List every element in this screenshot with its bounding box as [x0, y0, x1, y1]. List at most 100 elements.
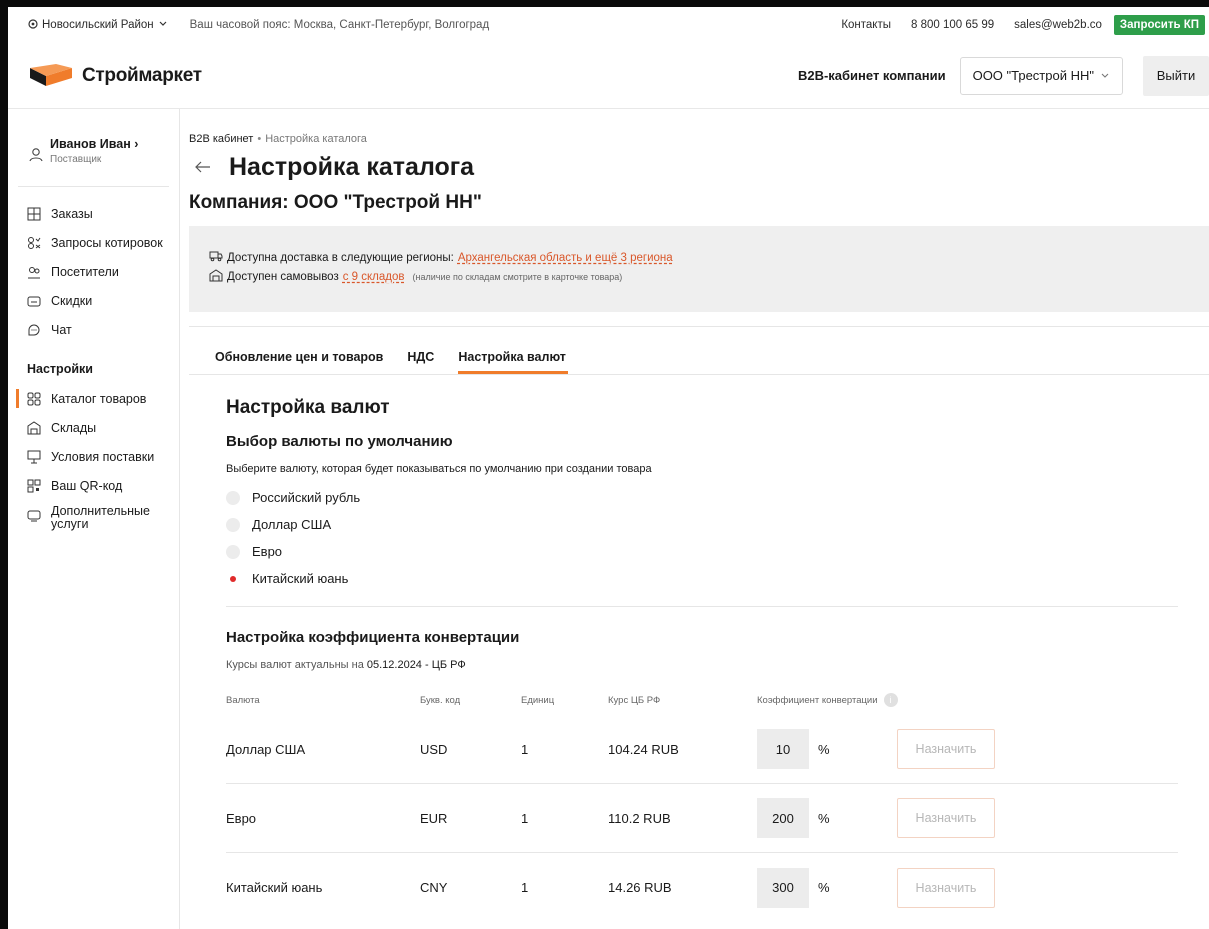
- assign-button[interactable]: Назначить: [897, 798, 995, 838]
- currency-radio-group: Российский рубль Доллар США Евро Китайск…: [226, 484, 1209, 592]
- truck-icon: [209, 250, 223, 265]
- coef-input[interactable]: 10: [757, 729, 809, 769]
- warehouse-icon: [27, 420, 41, 435]
- breadcrumb: B2B кабинет • Настройка каталога: [189, 133, 1209, 145]
- sidebar-item-orders[interactable]: Заказы: [8, 199, 179, 228]
- tab-vat[interactable]: НДС: [407, 350, 434, 374]
- sidebar: Иванов Иван › Поставщик Заказы Запросы к…: [8, 109, 180, 929]
- assign-button[interactable]: Назначить: [897, 867, 995, 908]
- user-name: Иванов Иван: [50, 137, 131, 151]
- user-icon: [28, 147, 44, 168]
- radio-button[interactable]: [226, 517, 240, 532]
- contacts-link[interactable]: Контакты: [841, 19, 891, 31]
- conversion-table: Валюта Букв. код Единиц Курс ЦБ РФ Коэфф…: [226, 685, 1178, 922]
- visitors-icon: [27, 265, 41, 279]
- cell-currency: Доллар США: [226, 741, 306, 757]
- coef-input[interactable]: 200: [757, 798, 809, 838]
- window-frame-top: [0, 0, 1209, 7]
- sidebar-item-discounts[interactable]: Скидки: [8, 286, 179, 315]
- sidebar-item-label: Запросы котировок: [51, 235, 163, 250]
- region-label: Новосильский Район: [42, 19, 154, 31]
- chevron-right-icon: ›: [134, 137, 139, 151]
- timezone-text: Ваш часовой пояс: Москва, Санкт-Петербур…: [189, 19, 490, 31]
- radio-label: Доллар США: [252, 517, 332, 532]
- user-role: Поставщик: [50, 154, 102, 165]
- delivery-text: Доступна доставка в следующие регионы:: [227, 251, 454, 264]
- logout-button[interactable]: Выйти: [1143, 55, 1209, 96]
- cell-rate: 110.2 RUB: [608, 810, 671, 826]
- radio-button[interactable]: [226, 490, 240, 505]
- radio-label: Китайский юань: [252, 571, 349, 586]
- user-profile[interactable]: Иванов Иван › Поставщик: [8, 109, 179, 168]
- breadcrumb-root[interactable]: B2B кабинет: [189, 133, 253, 145]
- discounts-icon: [27, 294, 41, 308]
- column-header-coef: Коэффициент конвертации i: [757, 693, 898, 707]
- email-link[interactable]: sales@web2b.co: [1014, 19, 1102, 31]
- phone-link[interactable]: 8 800 100 65 99: [911, 19, 994, 31]
- settings-section-title: Настройки: [27, 362, 93, 376]
- radio-button[interactable]: [226, 544, 240, 559]
- cell-code: CNY: [420, 880, 448, 895]
- default-currency-heading: Выбор валюты по умолчанию: [226, 433, 453, 450]
- radio-rub[interactable]: Российский рубль: [226, 484, 1209, 511]
- radio-cny[interactable]: Китайский юань: [226, 565, 1209, 592]
- page-title: Настройка каталога: [229, 153, 475, 181]
- pickup-warehouses-link[interactable]: с 9 складов: [343, 271, 405, 283]
- back-arrow-icon[interactable]: [195, 156, 215, 179]
- rates-note: Курсы валют актуальны на 05.12.2024 - ЦБ…: [226, 659, 1209, 671]
- percent-sign: %: [818, 741, 830, 757]
- coef-input[interactable]: 300: [757, 867, 809, 908]
- radio-usd[interactable]: Доллар США: [226, 511, 1209, 538]
- b2b-cabinet-label: B2B-кабинет компании: [797, 68, 946, 83]
- sidebar-item-label: Ваш QR-код: [51, 478, 123, 493]
- default-currency-hint: Выберите валюту, которая будет показыват…: [226, 463, 652, 475]
- orders-icon: [27, 207, 41, 221]
- info-box: Доступна доставка в следующие регионы: А…: [189, 226, 1209, 312]
- rates-note-prefix: Курсы валют актуальны на: [226, 659, 364, 671]
- currency-section: Настройка валют Выбор валюты по умолчани…: [189, 397, 1209, 922]
- company-select-value: ООО "Трестрой НН": [972, 68, 1094, 83]
- delivery-regions-link[interactable]: Архангельская область и ещё 3 региона: [458, 252, 673, 264]
- cell-rate: 104.24 RUB: [608, 741, 679, 757]
- radio-button-selected[interactable]: [226, 571, 240, 586]
- sidebar-item-services[interactable]: Дополнительные услуги: [8, 500, 179, 538]
- sidebar-item-chat[interactable]: Чат: [8, 315, 179, 344]
- sidebar-item-delivery-terms[interactable]: Условия поставки: [8, 442, 179, 471]
- currency-heading: Настройка валют: [226, 397, 390, 418]
- sidebar-item-label: Условия поставки: [51, 449, 155, 464]
- pickup-text: Доступен самовывоз: [227, 270, 339, 283]
- cell-currency: Евро: [226, 810, 257, 826]
- column-header-coef-label: Коэффициент конвертации: [757, 694, 878, 706]
- sidebar-item-label: Чат: [51, 322, 72, 337]
- company-select[interactable]: ООО "Трестрой НН": [959, 56, 1123, 95]
- cell-code: EUR: [420, 810, 448, 826]
- sidebar-item-label: Склады: [51, 420, 97, 435]
- request-kp-button[interactable]: Запросить КП: [1113, 15, 1205, 35]
- sidebar-item-catalog[interactable]: Каталог товаров: [8, 384, 179, 413]
- top-bar: Новосильский Район Ваш часовой пояс: Мос…: [8, 7, 1209, 43]
- sidebar-item-warehouses[interactable]: Склады: [8, 413, 179, 442]
- radio-eur[interactable]: Евро: [226, 538, 1209, 565]
- main-content: B2B кабинет • Настройка каталога Настройка…: [189, 109, 1209, 929]
- radio-label: Российский рубль: [252, 490, 361, 505]
- sidebar-item-label: Заказы: [51, 206, 93, 221]
- sidebar-item-quotes[interactable]: Запросы котировок: [8, 228, 179, 257]
- info-icon[interactable]: i: [883, 693, 898, 707]
- sidebar-item-qr-code[interactable]: Ваш QR-код: [8, 471, 179, 500]
- rates-note-value: 05.12.2024 - ЦБ РФ: [366, 659, 466, 671]
- cell-units: 1: [521, 880, 529, 895]
- cell-units: 1: [521, 741, 529, 757]
- sidebar-item-label: Посетители: [51, 264, 119, 279]
- region-selector[interactable]: Новосильский Район: [28, 18, 168, 32]
- cell-currency: Китайский юань: [226, 880, 323, 895]
- tab-currency-settings[interactable]: Настройка валют: [458, 350, 568, 374]
- delivery-terms-icon: [27, 450, 41, 464]
- table-header: Валюта Букв. код Единиц Курс ЦБ РФ Коэфф…: [226, 685, 1178, 715]
- column-header-rate: Курс ЦБ РФ: [608, 694, 661, 706]
- tab-prices-update[interactable]: Обновление цен и товаров: [215, 350, 383, 374]
- settings-card: Обновление цен и товаров НДС Настройка в…: [189, 326, 1209, 922]
- sidebar-item-visitors[interactable]: Посетители: [8, 257, 179, 286]
- assign-button[interactable]: Назначить: [897, 729, 995, 769]
- table-row: Китайский юань CNY 1 14.26 RUB 300 % Наз…: [226, 853, 1178, 922]
- logo[interactable]: Строймаркет: [28, 63, 202, 88]
